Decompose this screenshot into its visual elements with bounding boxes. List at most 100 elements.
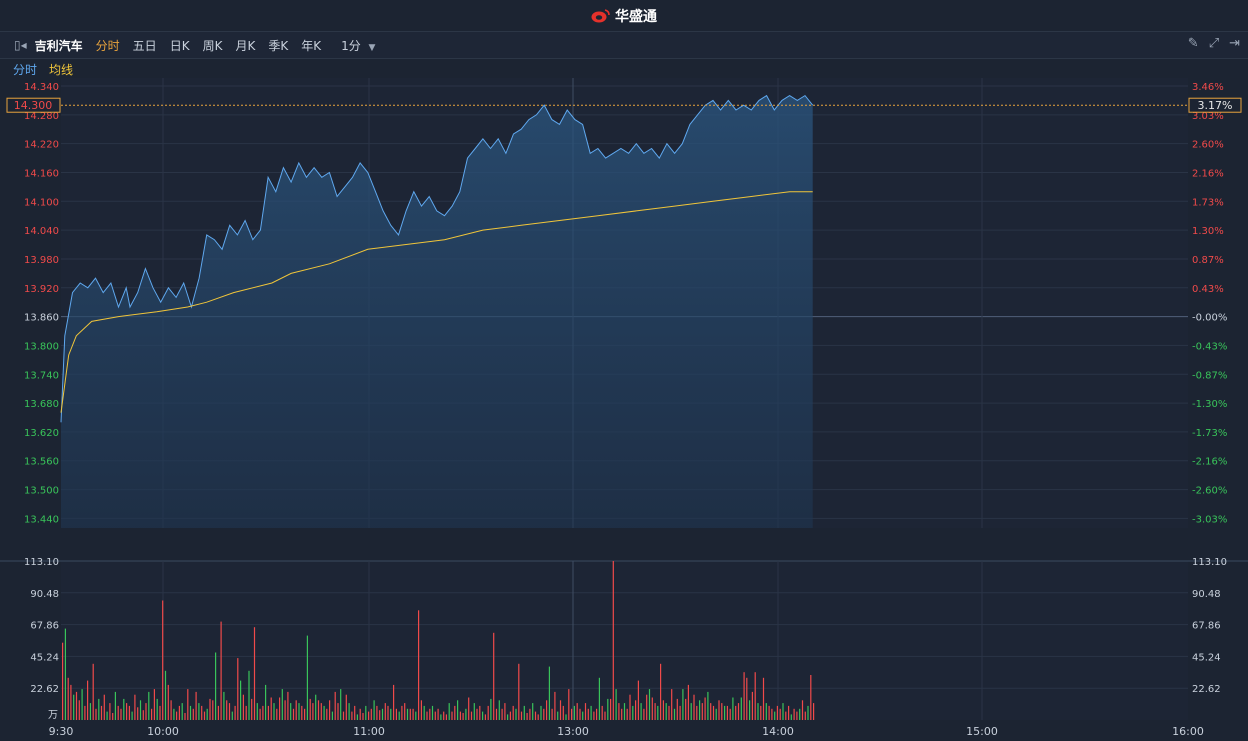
volume-bar: [690, 703, 692, 720]
volume-bar: [151, 708, 153, 720]
price-tick-label: 13.920: [24, 284, 59, 295]
volume-bar: [635, 700, 637, 720]
volume-bar: [470, 711, 473, 720]
pct-tick-label: 0.43%: [1192, 284, 1224, 295]
volume-bar: [109, 703, 111, 720]
volume-bar: [696, 705, 698, 720]
volume-bar: [312, 703, 314, 720]
volume-bar: [468, 697, 470, 720]
volume-bar: [685, 698, 687, 720]
volume-bar: [598, 677, 600, 720]
price-tick-label: 13.860: [24, 313, 59, 324]
volume-bar: [448, 703, 450, 720]
interval-select[interactable]: 1分 ▼: [341, 37, 375, 54]
volume-bar: [78, 700, 80, 720]
volume-bar: [584, 703, 587, 720]
pct-tick-label: 0.87%: [1192, 255, 1224, 266]
volume-bar: [701, 703, 703, 720]
volume-bar: [295, 700, 297, 720]
pct-tick-label: -1.73%: [1192, 428, 1227, 439]
volume-bar: [749, 700, 751, 720]
volume-bar: [304, 708, 306, 720]
volume-bar: [618, 703, 620, 720]
volume-bar: [715, 708, 717, 720]
volume-bar: [793, 708, 795, 720]
volume-bar: [443, 711, 445, 720]
volume-bar: [354, 705, 356, 720]
volume-bar: [801, 700, 804, 720]
volume-bar: [712, 705, 715, 720]
volume-bar: [646, 694, 648, 720]
volume-bar: [568, 689, 570, 720]
volume-bar: [301, 705, 303, 720]
volume-bar: [251, 698, 253, 720]
volume-bar: [774, 711, 776, 720]
interval-value: 1分: [341, 38, 361, 53]
volume-bar: [103, 694, 105, 720]
volume-bar: [484, 714, 486, 720]
fullscreen-icon[interactable]: ⤢: [1209, 36, 1219, 51]
price-tick-label: 13.740: [24, 370, 59, 381]
brand-logo: 华盛通: [591, 6, 657, 26]
volume-bar: [159, 705, 161, 720]
volume-bar: [273, 703, 275, 720]
volume-bar: [226, 700, 228, 720]
volume-bar: [626, 708, 628, 720]
volume-bar: [112, 713, 114, 720]
volume-bar: [540, 705, 542, 720]
volume-bar: [317, 700, 320, 720]
volume-bar: [309, 698, 311, 720]
volume-bar: [365, 705, 367, 720]
volume-bar: [89, 703, 91, 720]
volume-bar: [184, 713, 186, 720]
volume-bar: [248, 670, 250, 720]
volume-bar: [203, 711, 206, 720]
tab-intraday[interactable]: 分时: [96, 37, 120, 54]
volume-bar: [240, 680, 242, 720]
price-tick-label: 14.160: [24, 169, 59, 180]
volume-bar: [334, 691, 336, 720]
tab-five-day[interactable]: 五日: [133, 37, 157, 54]
volume-bar: [621, 708, 623, 720]
volume-bar: [217, 705, 219, 720]
volume-bar: [512, 705, 514, 720]
volume-bar: [287, 691, 289, 720]
exit-icon[interactable]: ⇥: [1229, 36, 1240, 51]
volume-bar: [320, 703, 322, 720]
volume-bar: [612, 561, 614, 720]
volume-bar: [418, 610, 420, 720]
volume-bar: [573, 705, 575, 720]
mode-label[interactable]: 分时: [13, 61, 37, 78]
volume-bar: [746, 677, 748, 720]
volume-bar: [796, 711, 798, 720]
volume-bar: [790, 714, 792, 720]
volume-bar: [259, 708, 261, 720]
volume-bar: [373, 700, 375, 720]
avg-line-label[interactable]: 均线: [49, 61, 73, 78]
tab-yearly-k[interactable]: 年K: [301, 37, 321, 54]
volume-bar: [693, 694, 695, 720]
volume-bar: [587, 708, 589, 720]
volume-bar: [384, 703, 386, 720]
volume-bar: [234, 705, 236, 720]
volume-bar: [768, 705, 770, 720]
pct-tick-label: -0.43%: [1192, 341, 1227, 352]
tab-quarterly-k[interactable]: 季K: [268, 37, 288, 54]
tab-monthly-k[interactable]: 月K: [235, 37, 255, 54]
volume-bar: [431, 705, 434, 720]
volume-bar: [370, 708, 372, 720]
volume-bar: [62, 642, 64, 720]
collapse-sidebar-icon[interactable]: ▯◂: [14, 38, 27, 52]
tab-weekly-k[interactable]: 周K: [203, 37, 223, 54]
volume-bar: [420, 700, 422, 720]
volume-bar: [395, 708, 397, 720]
volume-bar: [813, 703, 815, 720]
volume-bar: [590, 705, 592, 720]
volume-bar: [231, 711, 233, 720]
price-tick-label: 13.500: [24, 486, 59, 497]
pencil-icon[interactable]: ✎: [1188, 36, 1199, 51]
tab-daily-k[interactable]: 日K: [170, 37, 190, 54]
volume-bar: [476, 708, 478, 720]
volume-tick-label-right: 45.24: [1192, 652, 1221, 663]
volume-bar: [637, 680, 639, 720]
